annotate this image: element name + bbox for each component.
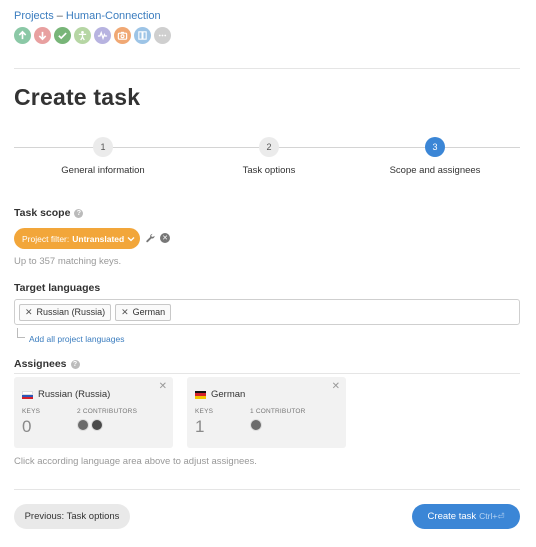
matching-keys-text: Up to 357 matching keys. [14,256,122,267]
help-icon[interactable]: ? [74,208,84,218]
assignees-divider [14,373,520,374]
contributor-avatars [250,419,262,431]
target-languages-heading: Target languages [14,282,100,294]
book-icon[interactable] [134,27,151,44]
card-language: German [195,389,245,400]
project-filter-dropdown[interactable]: Project filter: Untranslated [14,228,140,249]
keys-count: 1 [195,417,205,436]
step-2-label[interactable]: Task options [194,165,344,176]
wrench-icon[interactable] [145,233,156,244]
contributors-label: 2 CONTRIBUTORS [77,408,138,415]
task-scope-title: Task scope [14,207,71,219]
card-language-name: German [211,389,246,400]
keys-label: KEYS [195,408,214,415]
page-title: Create task [14,84,141,110]
remove-chip-icon[interactable]: ✕ [25,307,33,318]
close-icon[interactable]: ✕ [332,381,340,392]
add-all-languages-link[interactable]: Add all project languages [29,334,124,344]
chevron-down-icon [127,236,135,241]
chip-label: Russian (Russia) [36,307,106,317]
step-1-dot[interactable]: 1 [93,137,113,157]
close-icon[interactable]: ✕ [159,381,167,392]
help-icon[interactable]: ? [70,359,80,369]
avatar[interactable] [250,419,262,431]
avatar[interactable] [91,419,103,431]
project-toolbar [14,27,171,44]
keys-label: KEYS [22,408,41,415]
contributor-avatars [77,419,103,431]
footer-divider [14,489,520,490]
avatar[interactable] [77,419,89,431]
target-languages-title: Target languages [14,282,101,294]
tree-connector [17,328,25,338]
keys-count: 0 [22,417,32,436]
breadcrumb-separator: – [56,10,63,22]
assignee-card-german[interactable]: ✕ German KEYS 1 CONTRIBUTOR 1 [187,377,346,448]
download-icon[interactable] [34,27,51,44]
target-languages-input[interactable]: ✕ Russian (Russia) ✕ German [14,299,520,325]
upload-icon[interactable] [14,27,31,44]
clear-filter-icon[interactable]: ✕ [160,233,170,243]
keyboard-shortcut: Ctrl+⏎ [479,511,505,521]
step-2-dot[interactable]: 2 [259,137,279,157]
step-1-label[interactable]: General information [28,165,178,176]
assignee-card-russian[interactable]: ✕ Russian (Russia) KEYS 2 CONTRIBUTORS 0 [14,377,173,448]
card-language: Russian (Russia) [22,389,110,400]
assignees-heading: Assignees ? [14,358,80,370]
filter-value: Untranslated [72,233,125,244]
task-scope-heading: Task scope ? [14,207,84,219]
breadcrumb-project-link[interactable]: Human-Connection [66,10,161,22]
language-chip-russian: ✕ Russian (Russia) [19,303,112,321]
header-divider [14,68,520,69]
assignees-title: Assignees [14,358,67,370]
card-language-name: Russian (Russia) [38,389,111,400]
contributors-label: 1 CONTRIBUTOR [250,408,306,415]
activity-icon[interactable] [94,27,111,44]
assignees-hint: Click according language area above to a… [14,456,257,467]
chip-label: German [132,307,166,317]
language-chip-german: ✕ German [115,303,172,321]
breadcrumb-projects-link[interactable]: Projects [14,10,54,22]
remove-chip-icon[interactable]: ✕ [121,307,129,318]
create-task-label: Create task [427,511,477,522]
step-3-dot[interactable]: 3 [425,137,445,157]
russia-flag-icon [22,390,33,399]
filter-prefix: Project filter: [22,233,70,244]
check-icon[interactable] [54,27,71,44]
previous-step-button[interactable]: Previous: Task options [14,504,130,529]
breadcrumb: Projects – Human-Connection [14,10,161,22]
screenshots-icon[interactable] [114,27,131,44]
step-3-label[interactable]: Scope and assignees [360,165,510,176]
create-task-button[interactable]: Create task Ctrl+⏎ [412,504,520,529]
germany-flag-icon [195,390,206,399]
contributors-icon[interactable] [74,27,91,44]
more-icon[interactable] [154,27,171,44]
